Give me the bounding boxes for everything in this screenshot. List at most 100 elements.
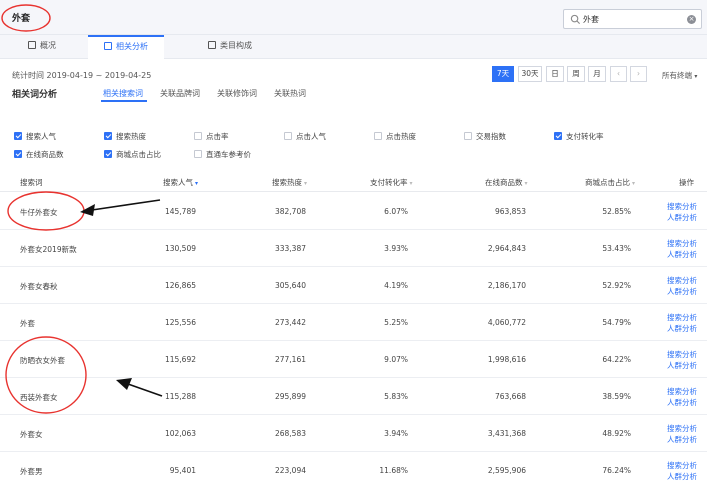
table-row: 西装外套女 115,288 295,899 5.83% 763,668 38.5… <box>0 378 707 415</box>
cell-popularity: 115,288 <box>164 392 196 401</box>
table-header: 搜索词 搜索人气 ▾ 搜索热度 ▾ 支付转化率 ▾ 在线商品数 ▾ 商城点击占比 ▾ 操作 <box>0 172 707 192</box>
section-title: 相关词分析 <box>12 90 58 100</box>
cell-heat: 273,442 <box>274 318 306 327</box>
col-actions: 操作 <box>679 178 694 187</box>
metric-checkbox[interactable]: 支付转化率 <box>554 131 604 142</box>
cell-conversion: 11.68% <box>379 466 408 475</box>
cell-mall-click: 53.43% <box>602 244 631 253</box>
tab-category[interactable]: 类目构成 <box>192 35 268 59</box>
crowd-analysis-link[interactable]: 人群分析 <box>667 397 697 408</box>
cell-conversion: 4.19% <box>384 281 408 290</box>
row-actions: 搜索分析 人群分析 <box>667 238 697 260</box>
table-row: 外套女2019新款 130,509 333,387 3.93% 2,964,84… <box>0 230 707 267</box>
checkbox-icon <box>194 150 202 158</box>
metric-checkbox[interactable]: 在线商品数 <box>14 149 64 160</box>
metric-checkbox[interactable]: 点击人气 <box>284 131 326 142</box>
metric-checkbox[interactable]: 搜索人气 <box>14 131 56 142</box>
next-period-button[interactable]: › <box>630 66 647 82</box>
search-icon <box>570 14 581 25</box>
cell-heat: 223,094 <box>274 466 306 475</box>
category-icon <box>208 41 216 49</box>
col-mall-click[interactable]: 商城点击占比 ▾ <box>585 177 635 188</box>
table-row: 外套女 102,063 268,583 3.94% 3,431,368 48.9… <box>0 415 707 452</box>
cell-popularity: 145,789 <box>164 207 196 216</box>
range-week-button[interactable]: 周 <box>567 66 585 82</box>
cell-mall-click: 76.24% <box>602 466 631 475</box>
cell-heat: 277,161 <box>274 355 306 364</box>
tab-bar: 概况 相关分析 类目构成 <box>0 35 707 59</box>
metric-checkbox[interactable]: 直通车参考价 <box>194 149 251 160</box>
cell-popularity: 126,865 <box>164 281 196 290</box>
search-analysis-link[interactable]: 搜索分析 <box>667 201 697 212</box>
metric-checkbox[interactable]: 点击热度 <box>374 131 416 142</box>
checkbox-icon <box>284 132 292 140</box>
crowd-analysis-link[interactable]: 人群分析 <box>667 286 697 297</box>
tab-overview[interactable]: 概况 <box>12 35 72 59</box>
table-row: 外套女春秋 126,865 305,640 4.19% 2,186,170 52… <box>0 267 707 304</box>
crowd-analysis-link[interactable]: 人群分析 <box>667 471 697 482</box>
search-analysis-link[interactable]: 搜索分析 <box>667 423 697 434</box>
row-actions: 搜索分析 人群分析 <box>667 423 697 445</box>
search-analysis-link[interactable]: 搜索分析 <box>667 460 697 471</box>
cell-conversion: 6.07% <box>384 207 408 216</box>
crowd-analysis-link[interactable]: 人群分析 <box>667 212 697 223</box>
crowd-analysis-link[interactable]: 人群分析 <box>667 360 697 371</box>
cell-mall-click: 38.59% <box>602 392 631 401</box>
cell-mall-click: 54.79% <box>602 318 631 327</box>
clear-icon[interactable]: × <box>687 15 696 24</box>
related-icon <box>104 42 112 50</box>
cell-online-items: 3,431,368 <box>487 429 526 438</box>
terminal-select[interactable]: 所有终端 ▾ <box>662 70 697 81</box>
subtab-hot[interactable]: 关联热词 <box>274 88 306 99</box>
cell-online-items: 963,853 <box>494 207 526 216</box>
col-search-popularity[interactable]: 搜索人气 ▾ <box>163 177 198 188</box>
top-bar: 外套 × <box>0 0 707 35</box>
row-actions: 搜索分析 人群分析 <box>667 386 697 408</box>
col-search-heat[interactable]: 搜索热度 ▾ <box>272 177 307 188</box>
keyword-title: 外套 <box>12 14 31 24</box>
prev-period-button[interactable]: ‹ <box>610 66 627 82</box>
search-box[interactable]: × <box>563 9 702 29</box>
cell-conversion: 9.07% <box>384 355 408 364</box>
cell-conversion: 5.25% <box>384 318 408 327</box>
table-row: 防晒衣女外套 115,692 277,161 9.07% 1,998,616 6… <box>0 341 707 378</box>
range-day-button[interactable]: 日 <box>546 66 564 82</box>
row-actions: 搜索分析 人群分析 <box>667 460 697 482</box>
search-analysis-link[interactable]: 搜索分析 <box>667 386 697 397</box>
range-30d-button[interactable]: 30天 <box>518 66 542 82</box>
search-analysis-link[interactable]: 搜索分析 <box>667 349 697 360</box>
range-7d-button[interactable]: 7天 <box>492 66 514 82</box>
subtab-modifier[interactable]: 关联修饰词 <box>217 88 257 99</box>
tab-related-analysis[interactable]: 相关分析 <box>88 35 164 59</box>
metric-checkbox[interactable]: 点击率 <box>194 131 229 142</box>
range-month-button[interactable]: 月 <box>588 66 606 82</box>
table-row: 牛仔外套女 145,789 382,708 6.07% 963,853 52.8… <box>0 193 707 230</box>
checkbox-icon <box>374 132 382 140</box>
checkbox-icon <box>104 150 112 158</box>
cell-online-items: 2,595,906 <box>487 466 526 475</box>
search-analysis-link[interactable]: 搜索分析 <box>667 275 697 286</box>
col-conversion[interactable]: 支付转化率 ▾ <box>370 177 413 188</box>
search-input[interactable] <box>583 12 678 26</box>
col-online-items[interactable]: 在线商品数 ▾ <box>485 177 528 188</box>
metric-checkbox[interactable]: 商城点击占比 <box>104 149 161 160</box>
crowd-analysis-link[interactable]: 人群分析 <box>667 323 697 334</box>
sort-icon: ▾ <box>409 180 413 187</box>
checkbox-icon <box>104 132 112 140</box>
search-analysis-link[interactable]: 搜索分析 <box>667 312 697 323</box>
row-actions: 搜索分析 人群分析 <box>667 349 697 371</box>
search-analysis-link[interactable]: 搜索分析 <box>667 238 697 249</box>
metric-checkbox[interactable]: 搜索热度 <box>104 131 146 142</box>
crowd-analysis-link[interactable]: 人群分析 <box>667 249 697 260</box>
cell-heat: 305,640 <box>274 281 306 290</box>
cell-term: 外套 <box>20 319 35 328</box>
cell-online-items: 763,668 <box>494 392 526 401</box>
cell-popularity: 125,556 <box>164 318 196 327</box>
crowd-analysis-link[interactable]: 人群分析 <box>667 434 697 445</box>
subtab-brand[interactable]: 关联品牌词 <box>160 88 200 99</box>
cell-online-items: 2,964,843 <box>487 244 526 253</box>
metric-checkbox[interactable]: 交易指数 <box>464 131 506 142</box>
col-term: 搜索词 <box>20 178 43 187</box>
subtab-related-search[interactable]: 相关搜索词 <box>103 88 143 99</box>
sort-icon: ▾ <box>195 180 199 187</box>
